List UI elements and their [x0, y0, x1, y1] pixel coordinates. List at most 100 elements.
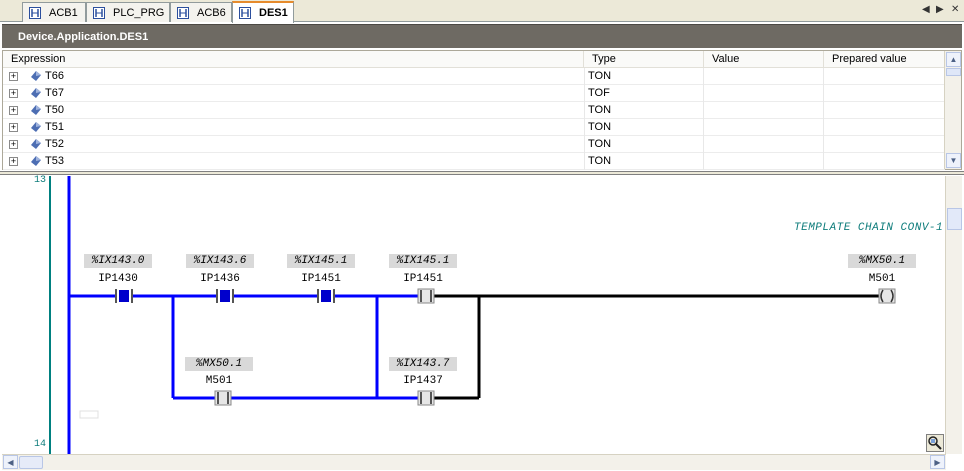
tab-scroll-right-icon[interactable]: ▶ [936, 4, 944, 15]
type-cell: TOF [584, 85, 704, 102]
contact-ip1451-a [317, 289, 335, 303]
table-row[interactable]: + T66 TON [3, 68, 945, 85]
variable-icon [31, 139, 41, 149]
prepared-value-cell[interactable] [824, 119, 945, 136]
tab-label: ACB1 [49, 6, 78, 19]
contact-address[interactable]: %IX143.6 [186, 254, 254, 268]
value-cell[interactable] [704, 153, 824, 170]
contact-m501 [214, 390, 232, 406]
scroll-thumb[interactable] [947, 208, 962, 230]
expression-cell: T53 [45, 155, 64, 167]
contact-address[interactable]: %IX143.7 [389, 357, 457, 371]
coil-address[interactable]: %MX50.1 [848, 254, 916, 268]
scroll-left-icon[interactable]: ◀ [3, 455, 18, 469]
contact-address[interactable]: %MX50.1 [185, 357, 253, 371]
editor-tab-bar: ACB1 PLC_PRG ACB6 DES1 ◀ ▶ ✕ [0, 0, 964, 23]
scroll-right-icon[interactable]: ▶ [930, 455, 945, 469]
expression-cell: T51 [45, 121, 64, 133]
type-cell: TON [584, 102, 704, 119]
tab-des1[interactable]: DES1 [232, 1, 294, 23]
scroll-up-icon[interactable]: ▲ [946, 52, 961, 67]
type-cell: TON [584, 119, 704, 136]
contact-ip1451-b [417, 288, 435, 304]
scroll-thumb[interactable] [946, 68, 961, 76]
zoom-icon[interactable] [926, 434, 944, 452]
table-row[interactable]: + T52 TON [3, 136, 945, 153]
prepared-value-cell[interactable] [824, 102, 945, 119]
type-cell: TON [584, 68, 704, 85]
watch-vertical-scrollbar[interactable]: ▲ ▼ [944, 51, 961, 169]
tab-plc-prg[interactable]: PLC_PRG [86, 2, 170, 22]
table-row[interactable]: + T53 TON [3, 153, 945, 170]
contact-variable[interactable]: M501 [185, 375, 253, 387]
column-header-prepared-value[interactable]: Prepared value [824, 51, 945, 68]
expression-cell: T50 [45, 104, 64, 116]
tab-label: DES1 [259, 7, 288, 19]
type-cell: TON [584, 136, 704, 153]
ladder-editor[interactable]: 13 14 TEMPLATE CHAIN CONV-1 %IX143.0 IP1… [2, 175, 962, 454]
table-row[interactable]: + T67 TOF [3, 85, 945, 102]
expand-icon[interactable]: + [9, 89, 18, 98]
expand-icon[interactable]: + [9, 157, 18, 166]
contact-address[interactable]: %IX145.1 [389, 254, 457, 268]
column-header-expression[interactable]: Expression [3, 51, 584, 68]
table-row[interactable]: + T50 TON [3, 102, 945, 119]
scroll-thumb[interactable] [19, 456, 43, 469]
variable-icon [31, 88, 41, 98]
value-cell[interactable] [704, 102, 824, 119]
column-header-type[interactable]: Type [584, 51, 704, 68]
ladder-vertical-scrollbar[interactable] [945, 176, 962, 454]
value-cell[interactable] [704, 136, 824, 153]
prepared-value-cell[interactable] [824, 85, 945, 102]
ladder-diagram [49, 176, 896, 454]
ladder-pou-icon [177, 6, 189, 19]
contact-address[interactable]: %IX145.1 [287, 254, 355, 268]
value-cell[interactable] [704, 119, 824, 136]
variable-icon [31, 71, 41, 81]
tab-acb1[interactable]: ACB1 [22, 2, 86, 22]
expression-cell: T52 [45, 138, 64, 150]
prepared-value-cell[interactable] [824, 136, 945, 153]
close-icon[interactable]: ✕ [951, 4, 959, 15]
contact-variable[interactable]: IP1436 [186, 273, 254, 285]
contact-variable[interactable]: IP1451 [287, 273, 355, 285]
tab-scroll-left-icon[interactable]: ◀ [922, 4, 930, 15]
rung-comment[interactable]: TEMPLATE CHAIN CONV-1 [794, 222, 943, 234]
contact-variable[interactable]: IP1430 [84, 273, 152, 285]
tab-acb6[interactable]: ACB6 [170, 2, 232, 22]
rung-number: 14 [34, 439, 47, 450]
contact-variable[interactable]: IP1437 [389, 375, 457, 387]
value-cell[interactable] [704, 85, 824, 102]
expand-icon[interactable]: + [9, 123, 18, 132]
variable-icon [31, 105, 41, 115]
pane-splitter[interactable] [0, 171, 964, 175]
coil-m501 [878, 288, 896, 304]
watch-table: Expression Type Value Prepared value + T… [2, 50, 962, 170]
expand-icon[interactable]: + [9, 72, 18, 81]
tab-label: PLC_PRG [113, 6, 165, 19]
expression-cell: T66 [45, 70, 64, 82]
editor-title-bar: Device.Application.DES1 [2, 24, 962, 48]
coil-variable[interactable]: M501 [848, 273, 916, 285]
contact-address[interactable]: %IX143.0 [84, 254, 152, 268]
table-row[interactable]: + T51 TON [3, 119, 945, 136]
contact-ip1436 [216, 289, 234, 303]
page-title: Device.Application.DES1 [18, 30, 149, 43]
watch-table-header: Expression Type Value Prepared value [3, 51, 945, 68]
variable-icon [31, 156, 41, 166]
expand-icon[interactable]: + [9, 106, 18, 115]
expression-cell: T67 [45, 87, 64, 99]
rung-number: 13 [34, 175, 47, 186]
scroll-down-icon[interactable]: ▼ [946, 153, 961, 168]
expand-icon[interactable]: + [9, 140, 18, 149]
value-cell[interactable] [704, 68, 824, 85]
variable-icon [31, 122, 41, 132]
ladder-pou-icon [239, 7, 251, 19]
ladder-pou-icon [29, 6, 41, 19]
column-header-value[interactable]: Value [704, 51, 824, 68]
contact-variable[interactable]: IP1451 [389, 273, 457, 285]
ladder-pou-icon [93, 6, 105, 19]
ladder-horizontal-scrollbar[interactable]: ◀ ▶ [2, 454, 946, 470]
prepared-value-cell[interactable] [824, 68, 945, 85]
prepared-value-cell[interactable] [824, 153, 945, 170]
